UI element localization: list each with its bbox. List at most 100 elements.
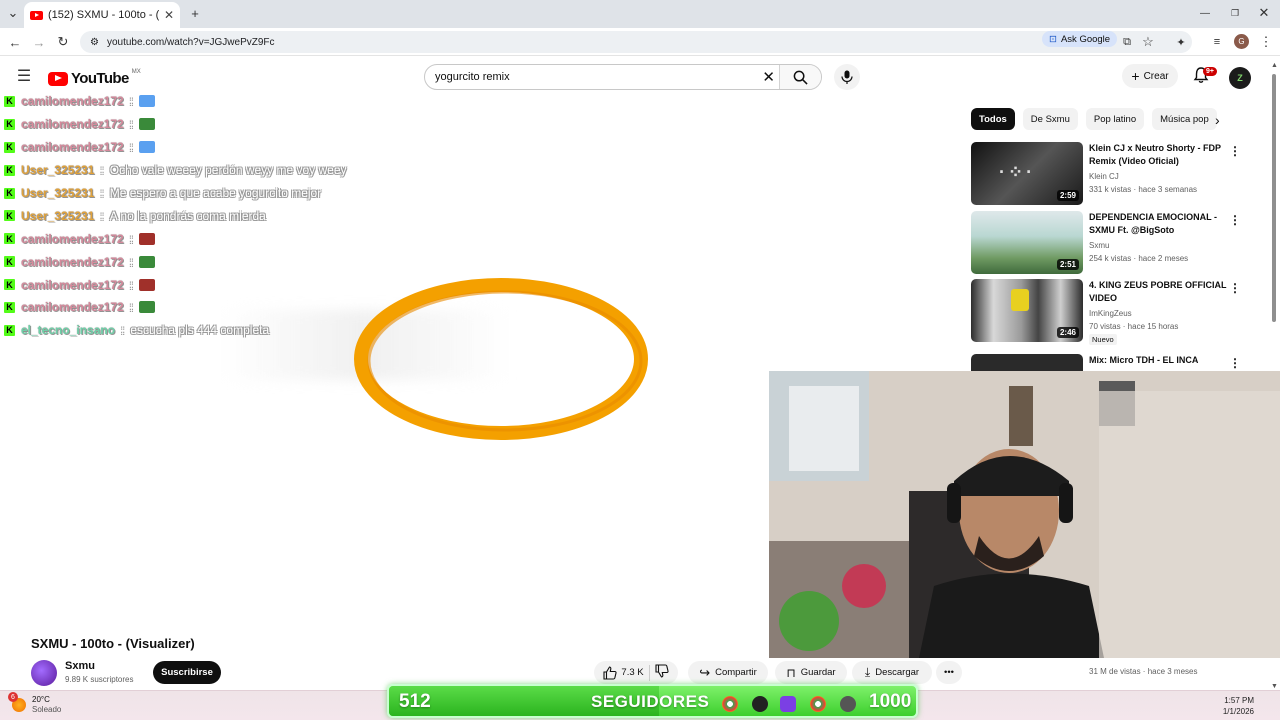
chat-message: Kel_tecno_insano : escucha pls 444 comple…: [4, 319, 524, 342]
chat-emote-icon: [139, 255, 156, 268]
chrome-profile-icon[interactable]: [810, 696, 826, 712]
minimize-icon[interactable]: —: [1198, 6, 1212, 20]
chevron-right-icon[interactable]: ›: [1215, 112, 1220, 128]
recommendation-item[interactable]: ·⁘· 2:59 Klein CJ x Neutro Shorty - FDP …: [971, 142, 1255, 206]
search-input[interactable]: yogurcito remix: [435, 71, 510, 83]
subscribe-button[interactable]: Suscribirse: [153, 661, 221, 684]
forward-icon[interactable]: →: [32, 35, 46, 50]
voice-search-button[interactable]: [834, 64, 860, 90]
chat-username: camilomendez172: [21, 94, 124, 109]
chip-todos[interactable]: Todos: [971, 108, 1015, 130]
more-vertical-icon[interactable]: ⋮: [1229, 144, 1241, 158]
channel-avatar[interactable]: [31, 660, 57, 686]
recommendation-channel[interactable]: Klein CJ: [1089, 172, 1119, 181]
recommendation-thumbnail[interactable]: ·⁘· 2:59: [971, 142, 1083, 205]
chat-username: camilomendez172: [21, 277, 124, 292]
recommendation-channel[interactable]: Sxmu: [1089, 241, 1109, 250]
back-icon[interactable]: ←: [8, 35, 22, 50]
thumbs-up-icon: [603, 665, 618, 680]
scrollbar-thumb[interactable]: [1272, 74, 1276, 322]
goal-label: SEGUIDORES: [591, 692, 710, 711]
share-button[interactable]: ↪ Compartir: [688, 661, 768, 684]
new-badge: Nuevo: [1089, 334, 1117, 345]
chip-de-sxmu[interactable]: De Sxmu: [1022, 108, 1078, 130]
download-button[interactable]: ⤓ Descargar: [852, 661, 932, 684]
video-title: SXMU - 100to - (Visualizer): [31, 636, 195, 651]
search-button[interactable]: [779, 65, 821, 89]
channel-name[interactable]: Sxmu: [65, 660, 95, 672]
extensions-icon[interactable]: ✦: [1174, 35, 1188, 49]
install-icon[interactable]: ⧉: [1120, 35, 1134, 49]
save-button[interactable]: ⊓ Guardar: [775, 661, 847, 684]
sun-icon: 6: [8, 692, 26, 712]
chat-emote-icon: [139, 118, 156, 131]
dislike-button[interactable]: [655, 664, 669, 681]
close-tab-icon[interactable]: ✕: [164, 8, 174, 22]
more-actions-button[interactable]: •••: [936, 661, 962, 684]
close-window-icon[interactable]: ✕: [1257, 5, 1271, 20]
url-bar[interactable]: ⚙ youtube.com/watch?v=JGJwePvZ9Fc: [80, 31, 1192, 53]
scroll-down-icon[interactable]: ▼: [1271, 683, 1278, 690]
create-label: Crear: [1143, 70, 1169, 82]
recommendation-thumbnail[interactable]: 2:51: [971, 211, 1083, 274]
recommendation-title[interactable]: 4. KING ZEUS POBRE OFFICIAL VIDEO: [1089, 279, 1229, 305]
account-avatar[interactable]: Z: [1229, 67, 1251, 89]
obs-icon[interactable]: [840, 696, 856, 712]
chat-username: camilomendez172: [21, 140, 124, 155]
recommendation-title[interactable]: Mix: Micro TDH - EL INCA: [1089, 354, 1229, 367]
weather-widget[interactable]: 6 20°C Soleado: [8, 692, 61, 715]
bookmark-star-icon[interactable]: ☆: [1141, 34, 1155, 49]
browser-menu-icon[interactable]: ⋮: [1259, 34, 1273, 49]
kick-chat-overlay: Kcamilomendez172 : Kcamilomendez172 : Kcam…: [4, 90, 524, 342]
address-toolbar: ← → ↻ ⚙ youtube.com/watch?v=JGJwePvZ9Fc …: [0, 28, 1280, 56]
recommendation-item[interactable]: Mix: Micro TDH - EL INCA ⋮: [971, 354, 1255, 371]
chat-username: User_325231: [21, 186, 95, 200]
new-tab-icon[interactable]: +: [188, 6, 202, 21]
like-button[interactable]: 7.3 K: [603, 665, 644, 680]
search-box[interactable]: yogurcito remix ✕: [424, 64, 822, 90]
app-icon[interactable]: [752, 696, 768, 712]
recommendation-item[interactable]: 2:46 4. KING ZEUS POBRE OFFICIAL VIDEO I…: [971, 279, 1255, 345]
tab-title: (152) SXMU - 100to - (Visualizer: [48, 9, 159, 21]
browser-tab[interactable]: (152) SXMU - 100to - (Visualizer ✕: [24, 2, 180, 28]
chat-username: camilomendez172: [21, 231, 124, 246]
hamburger-menu-icon[interactable]: ☰: [16, 68, 32, 85]
recommendation-thumbnail[interactable]: 2:46: [971, 279, 1083, 342]
tab-search-icon[interactable]: ⌄: [6, 5, 20, 20]
more-vertical-icon[interactable]: ⋮: [1229, 213, 1241, 227]
more-vertical-icon[interactable]: ⋮: [1229, 281, 1241, 295]
recommendation-title[interactable]: DEPENDENCIA EMOCIONAL - SXMU Ft. @BigSot…: [1089, 211, 1229, 237]
chat-message: Kcamilomendez172 :: [4, 250, 524, 273]
recommendation-item[interactable]: 2:51 DEPENDENCIA EMOCIONAL - SXMU Ft. @B…: [971, 211, 1255, 275]
clear-search-icon[interactable]: ✕: [762, 68, 775, 86]
thumbs-down-icon: [655, 664, 669, 678]
chat-separator: :: [121, 323, 125, 338]
more-vertical-icon[interactable]: ⋮: [1229, 356, 1241, 370]
profile-avatar[interactable]: G: [1234, 34, 1249, 49]
system-clock[interactable]: 1:57 PM 1/1/2026: [1223, 695, 1254, 717]
chip-musica-pop[interactable]: Música pop: [1152, 108, 1217, 130]
page-scrollbar[interactable]: ▲ ▼: [1270, 62, 1278, 690]
site-info-icon[interactable]: ⚙: [90, 37, 99, 48]
chat-message: Kcamilomendez172 :: [4, 296, 524, 319]
restore-icon[interactable]: ❐: [1228, 6, 1242, 20]
create-button[interactable]: + Crear: [1122, 64, 1178, 88]
reload-icon[interactable]: ↻: [56, 34, 70, 49]
chrome-icon[interactable]: [722, 696, 738, 712]
save-label: Guardar: [800, 667, 836, 678]
chat-separator: :: [129, 277, 134, 292]
chip-pop-latino[interactable]: Pop latino: [1085, 108, 1145, 130]
notification-count-badge: 9+: [1203, 67, 1217, 76]
reading-list-icon[interactable]: ≡: [1210, 35, 1224, 49]
ask-google-button[interactable]: ⊡ Ask Google: [1042, 31, 1118, 47]
scroll-up-icon[interactable]: ▲: [1271, 62, 1278, 69]
recommendation-channel[interactable]: ImKingZeus: [1089, 309, 1132, 318]
recommendation-meta: 70 vistas · hace 15 horas: [1089, 322, 1179, 331]
recommendation-title[interactable]: Klein CJ x Neutro Shorty - FDP Remix (Vi…: [1089, 142, 1229, 168]
chat-separator: :: [100, 208, 104, 223]
subscriber-count: 9.89 K suscriptores: [65, 675, 134, 684]
twitch-icon[interactable]: [780, 696, 796, 712]
recommendation-thumbnail[interactable]: [971, 354, 1083, 371]
like-count: 7.3 K: [621, 667, 644, 678]
youtube-logo[interactable]: YouTube MX: [48, 69, 141, 87]
